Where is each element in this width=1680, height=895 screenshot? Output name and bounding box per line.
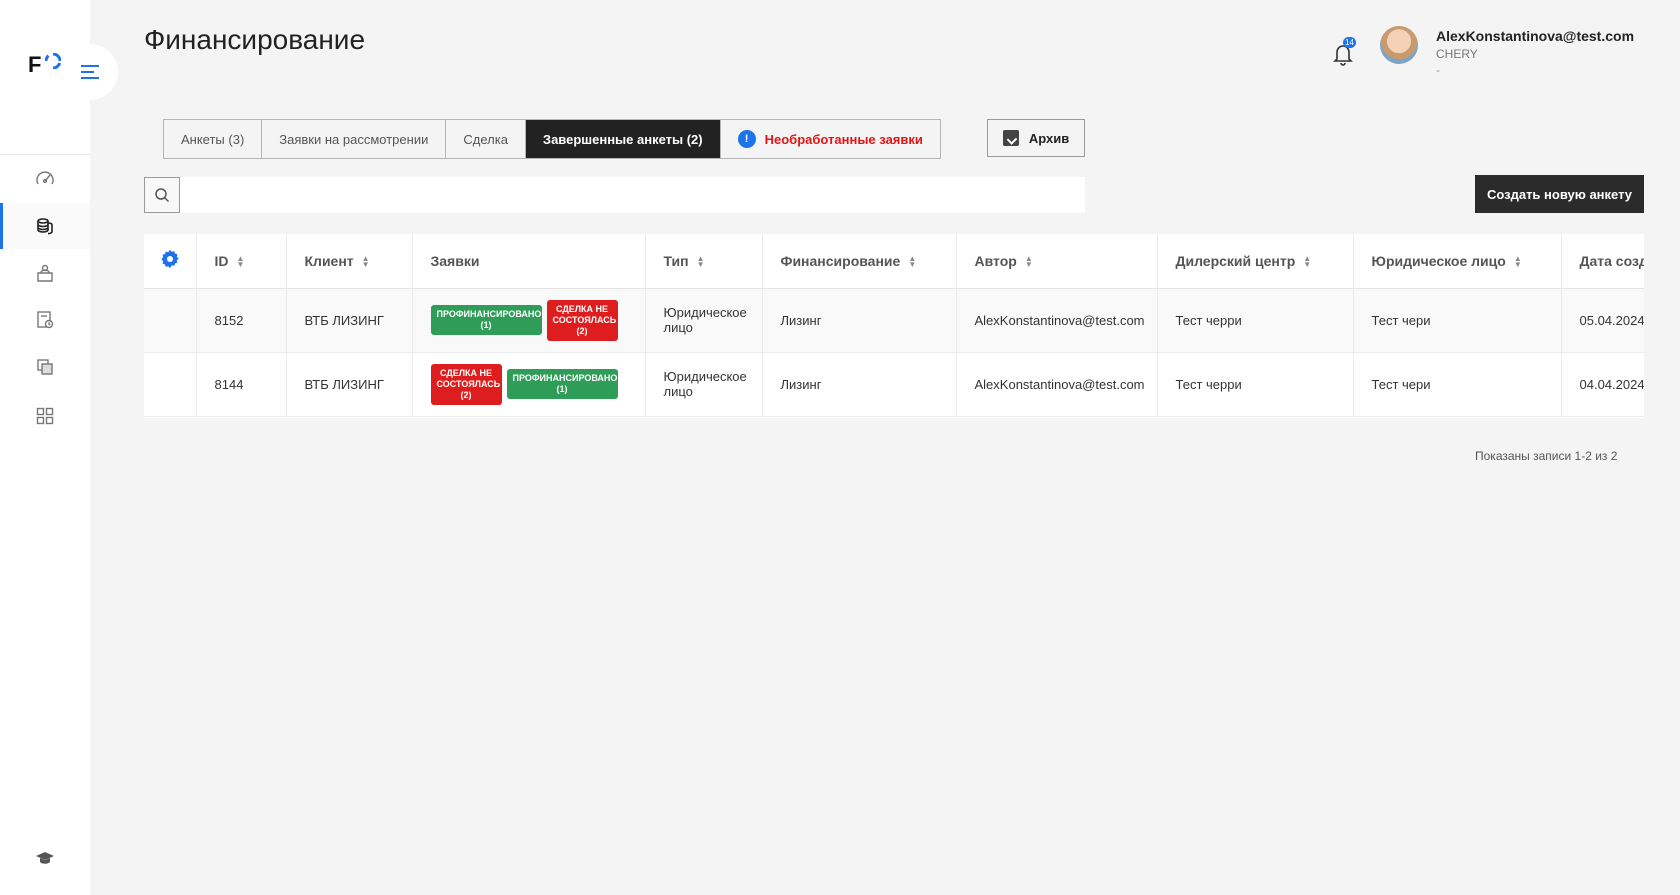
column-header-requests: Заявки xyxy=(412,234,646,289)
archive-button-label: Архив xyxy=(1028,130,1070,146)
column-header-legal-entity[interactable]: Юридическое лицо ▲ ▼ xyxy=(1353,234,1562,289)
search-input[interactable] xyxy=(180,177,1085,213)
sidebar-item-financing[interactable] xyxy=(0,203,90,249)
questionnaires-table: ID ▲ ▼ Клиент ▲ ▼ Заявки Тип ▲ ▼ Финансировани… xyxy=(144,234,1644,418)
archive-button[interactable]: Архив xyxy=(987,119,1085,157)
sort-icon[interactable]: ▲ ▼ xyxy=(1303,255,1311,269)
cell-id: 8152 xyxy=(196,288,287,353)
tab-questionnaires[interactable]: Анкеты (3) xyxy=(164,120,263,158)
tab-unprocessed-label: Необработанные заявки xyxy=(764,131,923,147)
status-badge[interactable]: ПРОФИНАНСИРОВАНО (1) xyxy=(430,305,542,335)
notification-badge: 14 xyxy=(1343,37,1356,48)
schedule-document-icon xyxy=(37,311,54,329)
status-badge[interactable]: СДЕЛКА НЕ СОСТОЯЛАСЬ (2) xyxy=(430,363,502,405)
sidebar-item-copies[interactable] xyxy=(0,344,90,390)
cell-financing: Лизинг xyxy=(762,352,957,417)
avatar[interactable] xyxy=(1380,26,1418,64)
grid-icon xyxy=(36,407,54,425)
cell-client: ВТБ ЛИЗИНГ xyxy=(286,352,413,417)
sort-icon[interactable]: ▲ ▼ xyxy=(697,255,705,269)
cell-date: 05.04.2024 xyxy=(1561,288,1644,353)
app-logo: F xyxy=(28,52,42,77)
sidebar-divider xyxy=(0,154,90,155)
status-badge[interactable]: ПРОФИНАНСИРОВАНО (1) xyxy=(506,369,618,399)
sidebar-item-dashboard[interactable] xyxy=(0,156,90,202)
sort-icon[interactable]: ▲ ▼ xyxy=(1514,255,1522,269)
search-bar xyxy=(144,177,1085,213)
cell-legal-entity: Тест чери xyxy=(1353,288,1562,353)
column-header-date[interactable]: Дата созд xyxy=(1561,234,1644,289)
tab-completed[interactable]: Завершенные анкеты (2) xyxy=(525,120,721,158)
archive-icon xyxy=(1002,130,1019,146)
row-select-cell xyxy=(144,352,197,417)
sidebar-item-schedule[interactable] xyxy=(0,297,90,343)
cell-legal-entity: Тест чери xyxy=(1353,352,1562,417)
search-icon xyxy=(155,188,170,203)
table-row[interactable]: 8152 ВТБ ЛИЗИНГ ПРОФИНАНСИРОВАНО (1)СДЕЛ… xyxy=(144,288,1644,353)
column-header-dealer[interactable]: Дилерский центр ▲ ▼ xyxy=(1157,234,1354,289)
cell-dealer: Тест черри xyxy=(1157,288,1354,353)
tab-under-review[interactable]: Заявки на рассмотрении xyxy=(262,120,447,158)
cell-type: Юридическое лицо xyxy=(645,352,763,417)
sort-icon[interactable]: ▲ ▼ xyxy=(362,255,370,269)
tabs: Анкеты (3) Заявки на рассмотрении Сделка… xyxy=(163,119,941,159)
menu-toggle-button[interactable] xyxy=(62,44,118,100)
row-select-cell xyxy=(144,288,197,353)
table-row[interactable]: 8144 ВТБ ЛИЗИНГ СДЕЛКА НЕ СОСТОЯЛАСЬ (2)… xyxy=(144,352,1644,417)
tab-unprocessed[interactable]: ! Необработанные заявки xyxy=(721,120,940,158)
sort-icon[interactable]: ▲ ▼ xyxy=(1025,255,1033,269)
status-badge[interactable]: СДЕЛКА НЕ СОСТОЯЛАСЬ (2) xyxy=(546,299,618,341)
column-header-type[interactable]: Тип ▲ ▼ xyxy=(645,234,763,289)
cell-date: 04.04.2024 xyxy=(1561,352,1644,417)
column-header-id[interactable]: ID ▲ ▼ xyxy=(196,234,287,289)
cell-requests: ПРОФИНАНСИРОВАНО (1)СДЕЛКА НЕ СОСТОЯЛАСЬ… xyxy=(412,288,646,353)
sidebar-item-apps[interactable] xyxy=(0,393,90,439)
cell-type: Юридическое лицо xyxy=(645,288,763,353)
cell-client: ВТБ ЛИЗИНГ xyxy=(286,288,413,353)
person-document-icon xyxy=(37,264,53,282)
cell-id: 8144 xyxy=(196,352,287,417)
user-org: CHERY xyxy=(1436,47,1478,61)
dashboard-icon xyxy=(36,171,54,185)
alert-icon: ! xyxy=(737,130,756,148)
sidebar: F xyxy=(0,0,118,895)
graduation-cap-icon xyxy=(36,852,54,864)
column-header-financing[interactable]: Финансирование ▲ ▼ xyxy=(762,234,957,289)
gear-icon[interactable] xyxy=(160,249,180,269)
logo-mark-icon xyxy=(45,53,61,69)
copies-icon xyxy=(37,359,53,375)
page-title: Финансирование xyxy=(144,24,366,55)
sort-icon[interactable]: ▲ ▼ xyxy=(908,255,916,269)
cell-requests: СДЕЛКА НЕ СОСТОЯЛАСЬ (2)ПРОФИНАНСИРОВАНО… xyxy=(412,352,646,417)
cell-author: AlexKonstantinova@test.com xyxy=(956,352,1158,417)
cell-financing: Лизинг xyxy=(762,288,957,353)
column-header-author[interactable]: Автор ▲ ▼ xyxy=(956,234,1158,289)
sort-icon[interactable]: ▲ ▼ xyxy=(237,255,245,269)
hamburger-icon xyxy=(81,65,99,79)
column-header-client[interactable]: Клиент ▲ ▼ xyxy=(286,234,413,289)
tab-deal[interactable]: Сделка xyxy=(446,120,526,158)
user-email: AlexKonstantinova@test.com xyxy=(1436,28,1635,44)
settings-header[interactable] xyxy=(144,234,197,289)
records-info: Показаны записи 1-2 из 2 xyxy=(1475,449,1618,463)
table-header-row: ID ▲ ▼ Клиент ▲ ▼ Заявки Тип ▲ ▼ Финансировани… xyxy=(144,234,1644,289)
sidebar-item-learning[interactable] xyxy=(0,835,90,881)
create-questionnaire-button[interactable]: Создать новую анкету xyxy=(1475,175,1644,213)
sidebar-item-clients[interactable] xyxy=(0,250,90,296)
search-button[interactable] xyxy=(144,177,180,213)
coins-icon xyxy=(37,218,53,235)
cell-dealer: Тест черри xyxy=(1157,352,1354,417)
cell-author: AlexKonstantinova@test.com xyxy=(956,288,1158,353)
user-extra: - xyxy=(1436,63,1440,77)
